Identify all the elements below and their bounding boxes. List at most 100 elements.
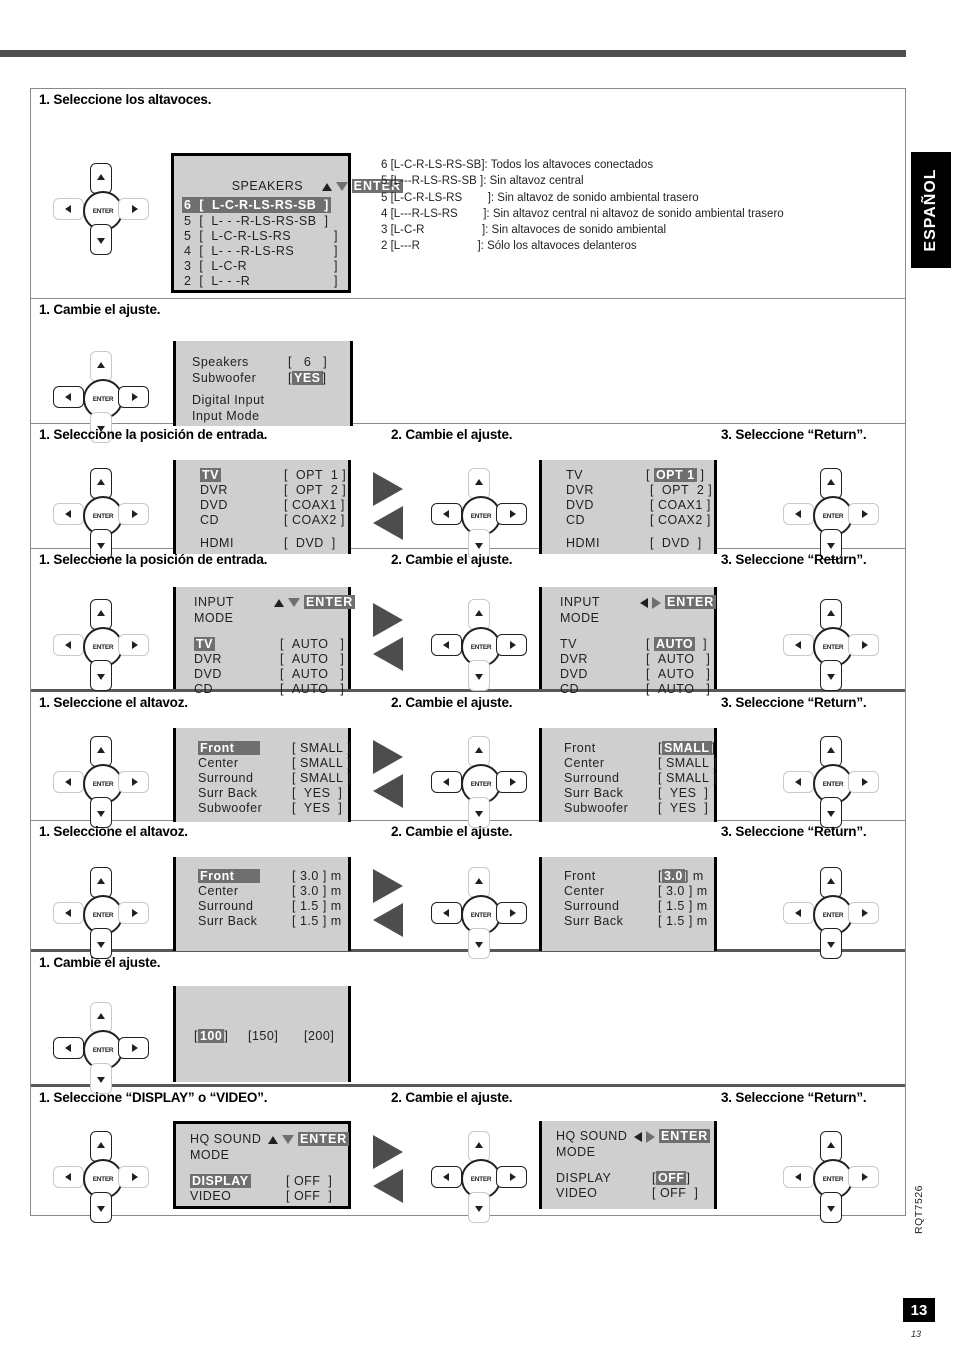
osd-ss-l-row1-value: SMALL: [299, 756, 344, 770]
dpad-left-button[interactable]: [53, 771, 84, 793]
dpad-right-button[interactable]: [118, 503, 149, 525]
dpad-up-button[interactable]: [820, 468, 842, 499]
dpad-hq-right[interactable]: ENTER: [783, 1131, 879, 1223]
dpad-hq-mid[interactable]: ENTER: [431, 1131, 527, 1223]
dpad-right-button[interactable]: [118, 198, 149, 220]
dpad-left-button[interactable]: [431, 1166, 462, 1188]
dpad-speakers[interactable]: ENTER: [53, 163, 149, 255]
dpad-down-button[interactable]: [820, 1192, 842, 1223]
dpad-down-button[interactable]: [90, 1192, 112, 1223]
dpad-up-button[interactable]: [90, 599, 112, 630]
osd-ss-r-row2-value: SMALL: [665, 771, 710, 785]
dpad-hq-left[interactable]: ENTER: [53, 1131, 149, 1223]
osd-ss-l-row2-label: Surround: [198, 771, 254, 785]
dpad-down-button[interactable]: [820, 660, 842, 691]
dpad-right-button[interactable]: [496, 503, 527, 525]
transition-arrows: [371, 603, 411, 673]
dpad-left-button[interactable]: [53, 386, 84, 408]
dpad-right-button[interactable]: [118, 634, 149, 656]
dpad-right-button[interactable]: [496, 771, 527, 793]
dpad-up-button[interactable]: [820, 1131, 842, 1162]
dpad-left-button[interactable]: [431, 771, 462, 793]
dpad-up-button[interactable]: [468, 867, 490, 898]
dpad-up-button[interactable]: [820, 867, 842, 898]
dpad-right-button[interactable]: [496, 634, 527, 656]
dpad-right-button[interactable]: [118, 771, 149, 793]
up-arrow-icon: [268, 1135, 278, 1144]
dpad-up-button[interactable]: [468, 599, 490, 630]
dpad-right-button[interactable]: [848, 902, 879, 924]
osd-ss-r-row4-value: YES: [669, 801, 697, 815]
dpad-up-button[interactable]: [90, 1131, 112, 1162]
osd-sd-r-row0-label: Front: [564, 869, 596, 883]
dpad-up-button[interactable]: [90, 351, 112, 382]
dpad-im-mid[interactable]: ENTER: [431, 599, 527, 691]
dpad-left-button[interactable]: [53, 503, 84, 525]
language-tab-label: ESPAÑOL: [922, 168, 939, 252]
dpad-ss-mid[interactable]: ENTER: [431, 736, 527, 828]
osd-ss-l-row3-label: Surr Back: [198, 786, 258, 800]
dpad-ss-left[interactable]: ENTER: [53, 736, 149, 828]
dpad-left-button[interactable]: [431, 902, 462, 924]
dpad-crossover[interactable]: ENTER: [53, 1002, 149, 1094]
dpad-ss-right[interactable]: ENTER: [783, 736, 879, 828]
dpad-right-button[interactable]: [848, 1166, 879, 1188]
dpad-up-button[interactable]: [90, 163, 112, 194]
dpad-up-button[interactable]: [468, 1131, 490, 1162]
osd-hq-l-title1: HQ SOUND: [190, 1132, 262, 1146]
dpad-left-button[interactable]: [53, 198, 84, 220]
dpad-left-button[interactable]: [783, 902, 814, 924]
osd-im-r-title2: MODE: [560, 611, 600, 625]
dpad-down-button[interactable]: [468, 1192, 490, 1223]
dpad-sd-right[interactable]: ENTER: [783, 867, 879, 959]
dpad-right-button[interactable]: [496, 1166, 527, 1188]
dpad-sd-left[interactable]: ENTER: [53, 867, 149, 959]
section-speaker-size: 1. Seleccione el altavoz. 2. Cambie el a…: [31, 692, 905, 828]
section-speakers-headings: 1. Seleccione los altavoces.: [31, 89, 905, 115]
dpad-di-mid[interactable]: ENTER: [431, 468, 527, 560]
dpad-left-button[interactable]: [53, 1037, 84, 1059]
dpad-left-button[interactable]: [783, 634, 814, 656]
dpad-up-button[interactable]: [820, 736, 842, 767]
dpad-left-button[interactable]: [783, 503, 814, 525]
dpad-left-button[interactable]: [431, 503, 462, 525]
dpad-up-button[interactable]: [468, 468, 490, 499]
dpad-down-button[interactable]: [90, 224, 112, 255]
osd-im-l-enter-tag: ENTER: [303, 595, 356, 609]
dpad-right-button[interactable]: [848, 634, 879, 656]
dpad-right-button[interactable]: [848, 503, 879, 525]
osd-di-l-row1-value: OPT 2: [295, 483, 339, 497]
dpad-up-button[interactable]: [468, 736, 490, 767]
dpad-up-button[interactable]: [90, 867, 112, 898]
dpad-im-right[interactable]: ENTER: [783, 599, 879, 691]
dpad-right-button[interactable]: [848, 771, 879, 793]
dpad-left-button[interactable]: [431, 634, 462, 656]
dpad-right-button[interactable]: [118, 902, 149, 924]
dpad-im-left[interactable]: ENTER: [53, 599, 149, 691]
osd-sd-r-row2-unit: m: [696, 899, 708, 913]
osd-hq-r-enter-tag: ENTER: [658, 1129, 711, 1143]
dpad-down-button[interactable]: [468, 660, 490, 691]
dpad-up-button[interactable]: [820, 599, 842, 630]
dpad-di-right[interactable]: ENTER: [783, 468, 879, 560]
osd-hq-l-row1-label: VIDEO: [190, 1189, 232, 1203]
dpad-sd-mid[interactable]: ENTER: [431, 867, 527, 959]
dpad-right-button[interactable]: [118, 1166, 149, 1188]
dpad-up-button[interactable]: [90, 1002, 112, 1033]
dpad-right-button[interactable]: [118, 1037, 149, 1059]
up-arrow-icon: [274, 598, 284, 607]
dpad-left-button[interactable]: [783, 771, 814, 793]
dpad-down-button[interactable]: [90, 660, 112, 691]
osd-sd-r-row3-unit: m: [696, 914, 708, 928]
dpad-di-left[interactable]: ENTER: [53, 468, 149, 560]
dpad-left-button[interactable]: [53, 902, 84, 924]
osd-speaker-size-before: Front [ SMALL ] Center [ SMALL ] Surroun…: [173, 728, 351, 822]
dpad-right-button[interactable]: [118, 386, 149, 408]
dpad-left-button[interactable]: [783, 1166, 814, 1188]
dpad-up-button[interactable]: [90, 468, 112, 499]
dpad-left-button[interactable]: [53, 1166, 84, 1188]
dpad-right-button[interactable]: [496, 902, 527, 924]
osd-crossover-opt1: 150: [251, 1029, 275, 1043]
dpad-up-button[interactable]: [90, 736, 112, 767]
dpad-left-button[interactable]: [53, 634, 84, 656]
